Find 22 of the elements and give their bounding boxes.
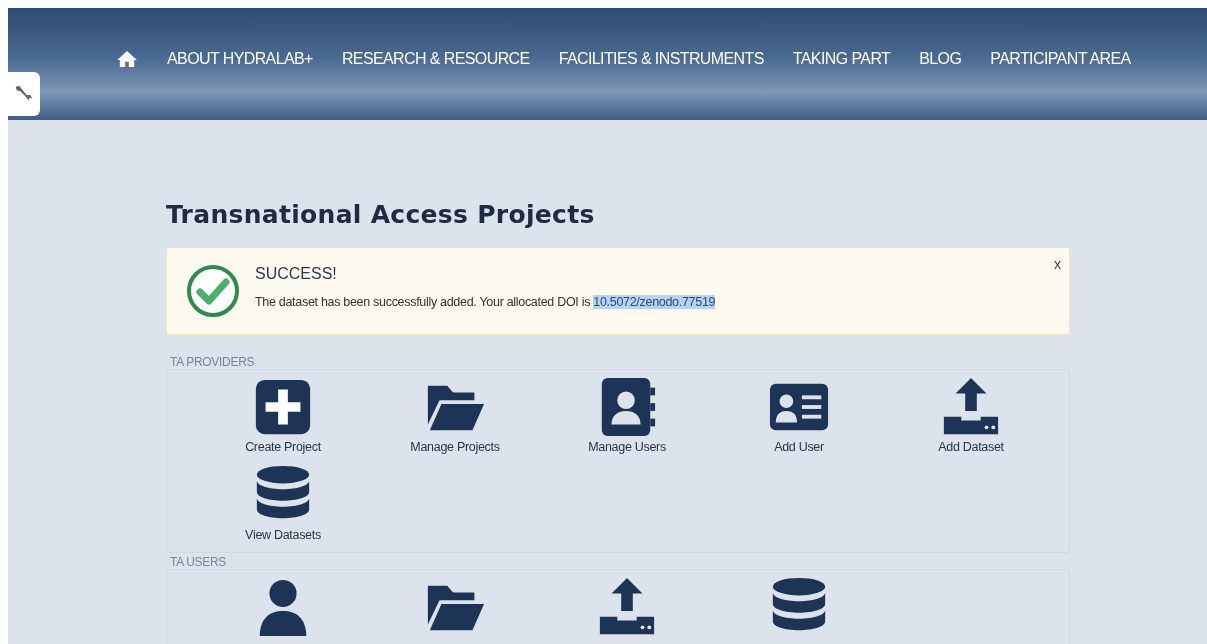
check-circle-icon xyxy=(185,263,241,319)
tile-link[interactable]: Manage Users xyxy=(588,440,666,454)
tile-link[interactable]: View Datasets xyxy=(245,528,321,542)
nav-link[interactable]: FACILITIES & INSTRUMENTS xyxy=(558,50,764,68)
home-icon[interactable] xyxy=(116,50,138,68)
nav-link[interactable]: RESEARCH & RESOURCE xyxy=(341,50,530,68)
page-title: Transnational Access Projects xyxy=(166,200,596,229)
nav-link[interactable]: TAKING PART xyxy=(792,50,891,68)
doi-link[interactable]: 10.5072/zenodo.77519 xyxy=(593,295,716,309)
tile-link[interactable]: Add User xyxy=(774,440,824,454)
tile-link[interactable]: Add Dataset xyxy=(938,440,1004,454)
nav-link[interactable]: BLOG xyxy=(919,50,962,68)
close-button[interactable]: x xyxy=(1052,254,1063,274)
tile-link[interactable]: Manage Projects xyxy=(410,440,500,454)
section-label: TA PROVIDERS xyxy=(170,355,256,369)
section-label: TA USERS xyxy=(170,555,228,569)
wrench-button[interactable] xyxy=(8,72,40,116)
tile-link[interactable]: Create Project xyxy=(245,440,321,454)
alert-title: SUCCESS! xyxy=(255,265,338,283)
nav-link[interactable]: ABOUT HYDRALAB+ xyxy=(167,50,313,68)
nav-link[interactable]: PARTICIPANT AREA xyxy=(990,50,1131,68)
alert-message: The dataset has been successfully added. Your allocated DOI is 10.5072/zenodo.77519 xyxy=(255,295,716,309)
